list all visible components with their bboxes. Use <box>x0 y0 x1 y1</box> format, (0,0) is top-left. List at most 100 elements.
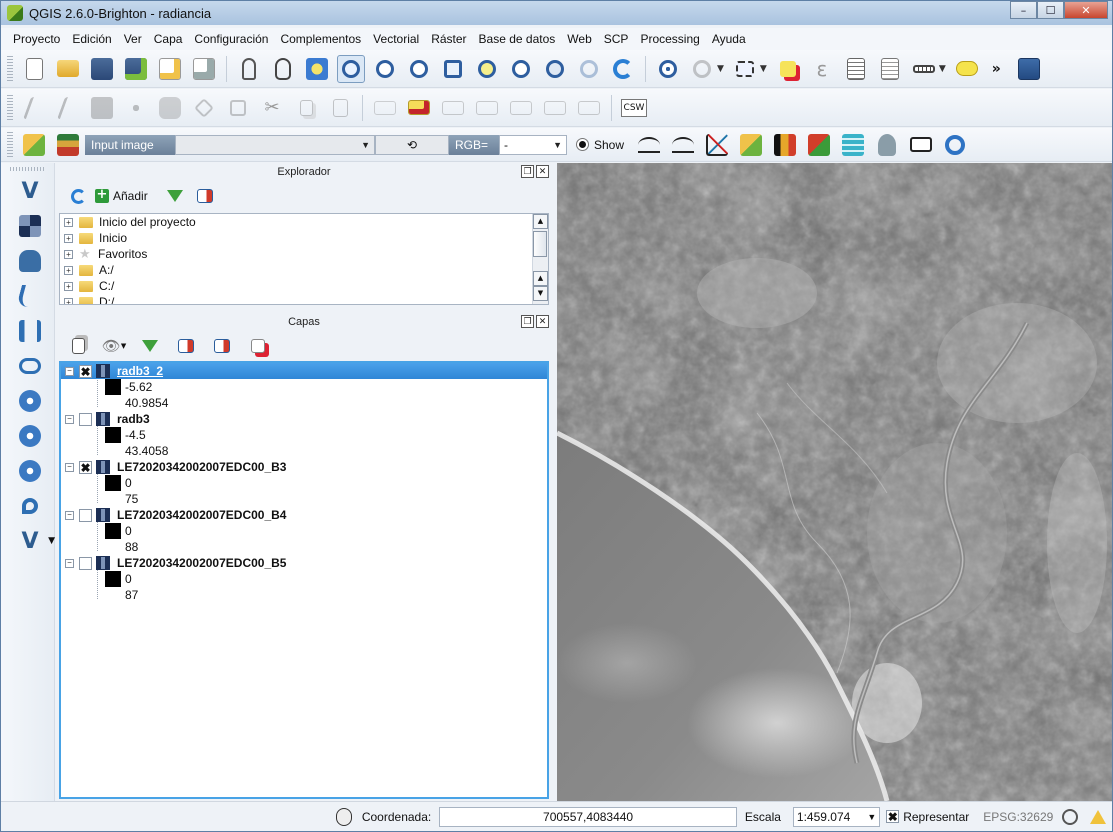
maximize-button[interactable]: ☐ <box>1037 1 1064 19</box>
collapse-icon[interactable]: − <box>65 366 74 376</box>
pan-button[interactable] <box>269 55 297 83</box>
render-checkbox[interactable]: ✖ <box>886 810 900 823</box>
browser-tree[interactable]: + Inicio del proyecto + Inicio + ★ Favoritos… <box>59 213 549 305</box>
layer-visibility-checkbox[interactable] <box>79 508 92 522</box>
messages-button[interactable] <box>1087 806 1109 828</box>
collapse-icon[interactable]: − <box>65 558 74 568</box>
cut-features-button[interactable]: ✂ <box>258 94 286 122</box>
browser-scrollbar[interactable]: ▲ ▲ ▼ <box>532 214 548 304</box>
collapse-icon[interactable]: − <box>65 462 74 472</box>
browser-item-favorites[interactable]: + ★ Favoritos <box>60 246 548 262</box>
collapse-all-button[interactable] <box>209 334 235 358</box>
scroll-thumb[interactable] <box>533 231 547 257</box>
zoom-to-selection-button[interactable] <box>473 55 501 83</box>
browser-refresh-button[interactable] <box>65 184 91 208</box>
minimize-button[interactable]: – <box>1010 1 1037 19</box>
save-edits-button[interactable] <box>88 94 116 122</box>
menu-complementos[interactable]: Complementos <box>274 32 367 46</box>
expand-icon[interactable]: + <box>64 249 73 259</box>
show-radio[interactable] <box>576 138 589 151</box>
coordinate-toggle-button[interactable] <box>333 806 355 828</box>
statistics-button[interactable] <box>876 55 904 83</box>
menu-processing[interactable]: Processing <box>634 32 705 46</box>
zoom-last-button[interactable] <box>541 55 569 83</box>
add-spatialite-layer-button[interactable] <box>15 281 45 311</box>
touch-zoom-button[interactable] <box>235 55 263 83</box>
scale-select[interactable]: 1:459.074 ▼ <box>792 806 881 827</box>
field-calculator-button[interactable]: ε <box>808 55 836 83</box>
menu-scp[interactable]: SCP <box>598 32 635 46</box>
new-project-button[interactable] <box>20 55 48 83</box>
browser-item-home[interactable]: + Inicio <box>60 230 548 246</box>
paste-features-button[interactable] <box>326 94 354 122</box>
input-image-select[interactable]: ▼ <box>175 134 375 155</box>
local-cumulative-stretch-button[interactable] <box>635 131 663 159</box>
scp-presentation-button[interactable] <box>907 131 935 159</box>
toggle-editing-button[interactable] <box>54 94 82 122</box>
menu-ver[interactable]: Ver <box>118 32 148 46</box>
identify-button[interactable] <box>654 55 682 83</box>
expand-icon[interactable]: + <box>64 217 73 227</box>
coordinate-field[interactable]: 700557,4083440 <box>439 806 737 827</box>
toolbar-grip[interactable] <box>7 131 13 158</box>
expand-icon[interactable]: + <box>64 297 73 304</box>
add-wfs-layer-button[interactable] <box>15 456 45 486</box>
close-panel-button[interactable]: ✕ <box>536 165 549 178</box>
current-edits-button[interactable] <box>20 94 48 122</box>
menu-proyecto[interactable]: Proyecto <box>7 32 66 46</box>
manage-visibility-button[interactable]: 👁 ▼ <box>101 334 127 358</box>
open-layer-styling-button[interactable] <box>65 334 91 358</box>
delete-selected-button[interactable] <box>224 94 252 122</box>
chevron-down-icon[interactable]: ▼ <box>717 64 724 74</box>
label-pin-button[interactable] <box>405 94 433 122</box>
layer-row[interactable]: − ✖ LE72020342002007EDC00_B3 <box>61 459 547 475</box>
layer-visibility-checkbox[interactable]: ✖ <box>79 364 92 378</box>
close-panel-button[interactable]: ✕ <box>536 315 549 328</box>
float-panel-button[interactable]: ❐ <box>521 315 534 328</box>
browser-item-drive-d[interactable]: + D:/ <box>60 294 548 304</box>
add-mssql-layer-button[interactable] <box>15 316 45 346</box>
node-tool-button[interactable] <box>190 94 218 122</box>
float-panel-button[interactable]: ❐ <box>521 165 534 178</box>
browser-item-drive-c[interactable]: + C:/ <box>60 278 548 294</box>
scroll-down-button[interactable]: ▼ <box>533 286 548 301</box>
menu-vectorial[interactable]: Vectorial <box>367 32 425 46</box>
spectral-plot-button[interactable] <box>703 131 731 159</box>
add-postgis-layer-button[interactable] <box>15 246 45 276</box>
label-move-button[interactable] <box>473 94 501 122</box>
crs-status-label[interactable]: EPSG:32629 <box>983 810 1053 824</box>
browser-collapse-button[interactable] <box>192 184 218 208</box>
browser-item-drive-a[interactable]: + A:/ <box>60 262 548 278</box>
add-wms-layer-button[interactable] <box>15 386 45 416</box>
close-button[interactable]: ✕ <box>1064 1 1108 19</box>
save-project-button[interactable] <box>88 55 116 83</box>
select-button[interactable] <box>731 55 759 83</box>
chevron-down-icon[interactable]: ▼ <box>939 64 946 74</box>
remove-layer-button[interactable] <box>245 334 271 358</box>
add-vector-layer-button[interactable]: V <box>15 176 45 206</box>
scroll-up-button[interactable]: ▲ <box>533 214 548 229</box>
toolbar-grip[interactable] <box>7 94 13 121</box>
attribute-table-button[interactable] <box>842 55 870 83</box>
toolbar-overflow-button[interactable]: » <box>992 61 1001 77</box>
layer-row[interactable]: − LE72020342002007EDC00_B5 <box>61 555 547 571</box>
add-delimited-text-button[interactable] <box>15 491 45 521</box>
add-wcs-layer-button[interactable] <box>15 421 45 451</box>
copy-features-button[interactable] <box>292 94 320 122</box>
add-feature-button[interactable] <box>122 94 150 122</box>
expand-icon[interactable]: + <box>64 265 73 275</box>
menu-raster[interactable]: Ráster <box>425 32 472 46</box>
help-button[interactable] <box>1015 55 1043 83</box>
scp-band-set-button[interactable] <box>54 131 82 159</box>
refresh-image-list-button[interactable]: ⟲ <box>375 134 449 155</box>
menu-ayuda[interactable]: Ayuda <box>706 32 752 46</box>
zoom-next-button[interactable] <box>575 55 603 83</box>
map-canvas[interactable] <box>557 163 1112 801</box>
add-raster-layer-button[interactable] <box>15 211 45 241</box>
filter-legend-button[interactable] <box>137 334 163 358</box>
label-change-button[interactable] <box>541 94 569 122</box>
refresh-button[interactable] <box>609 55 637 83</box>
pan-to-selection-button[interactable] <box>303 55 331 83</box>
expand-icon[interactable]: + <box>64 233 73 243</box>
composer-manager-button[interactable] <box>190 55 218 83</box>
